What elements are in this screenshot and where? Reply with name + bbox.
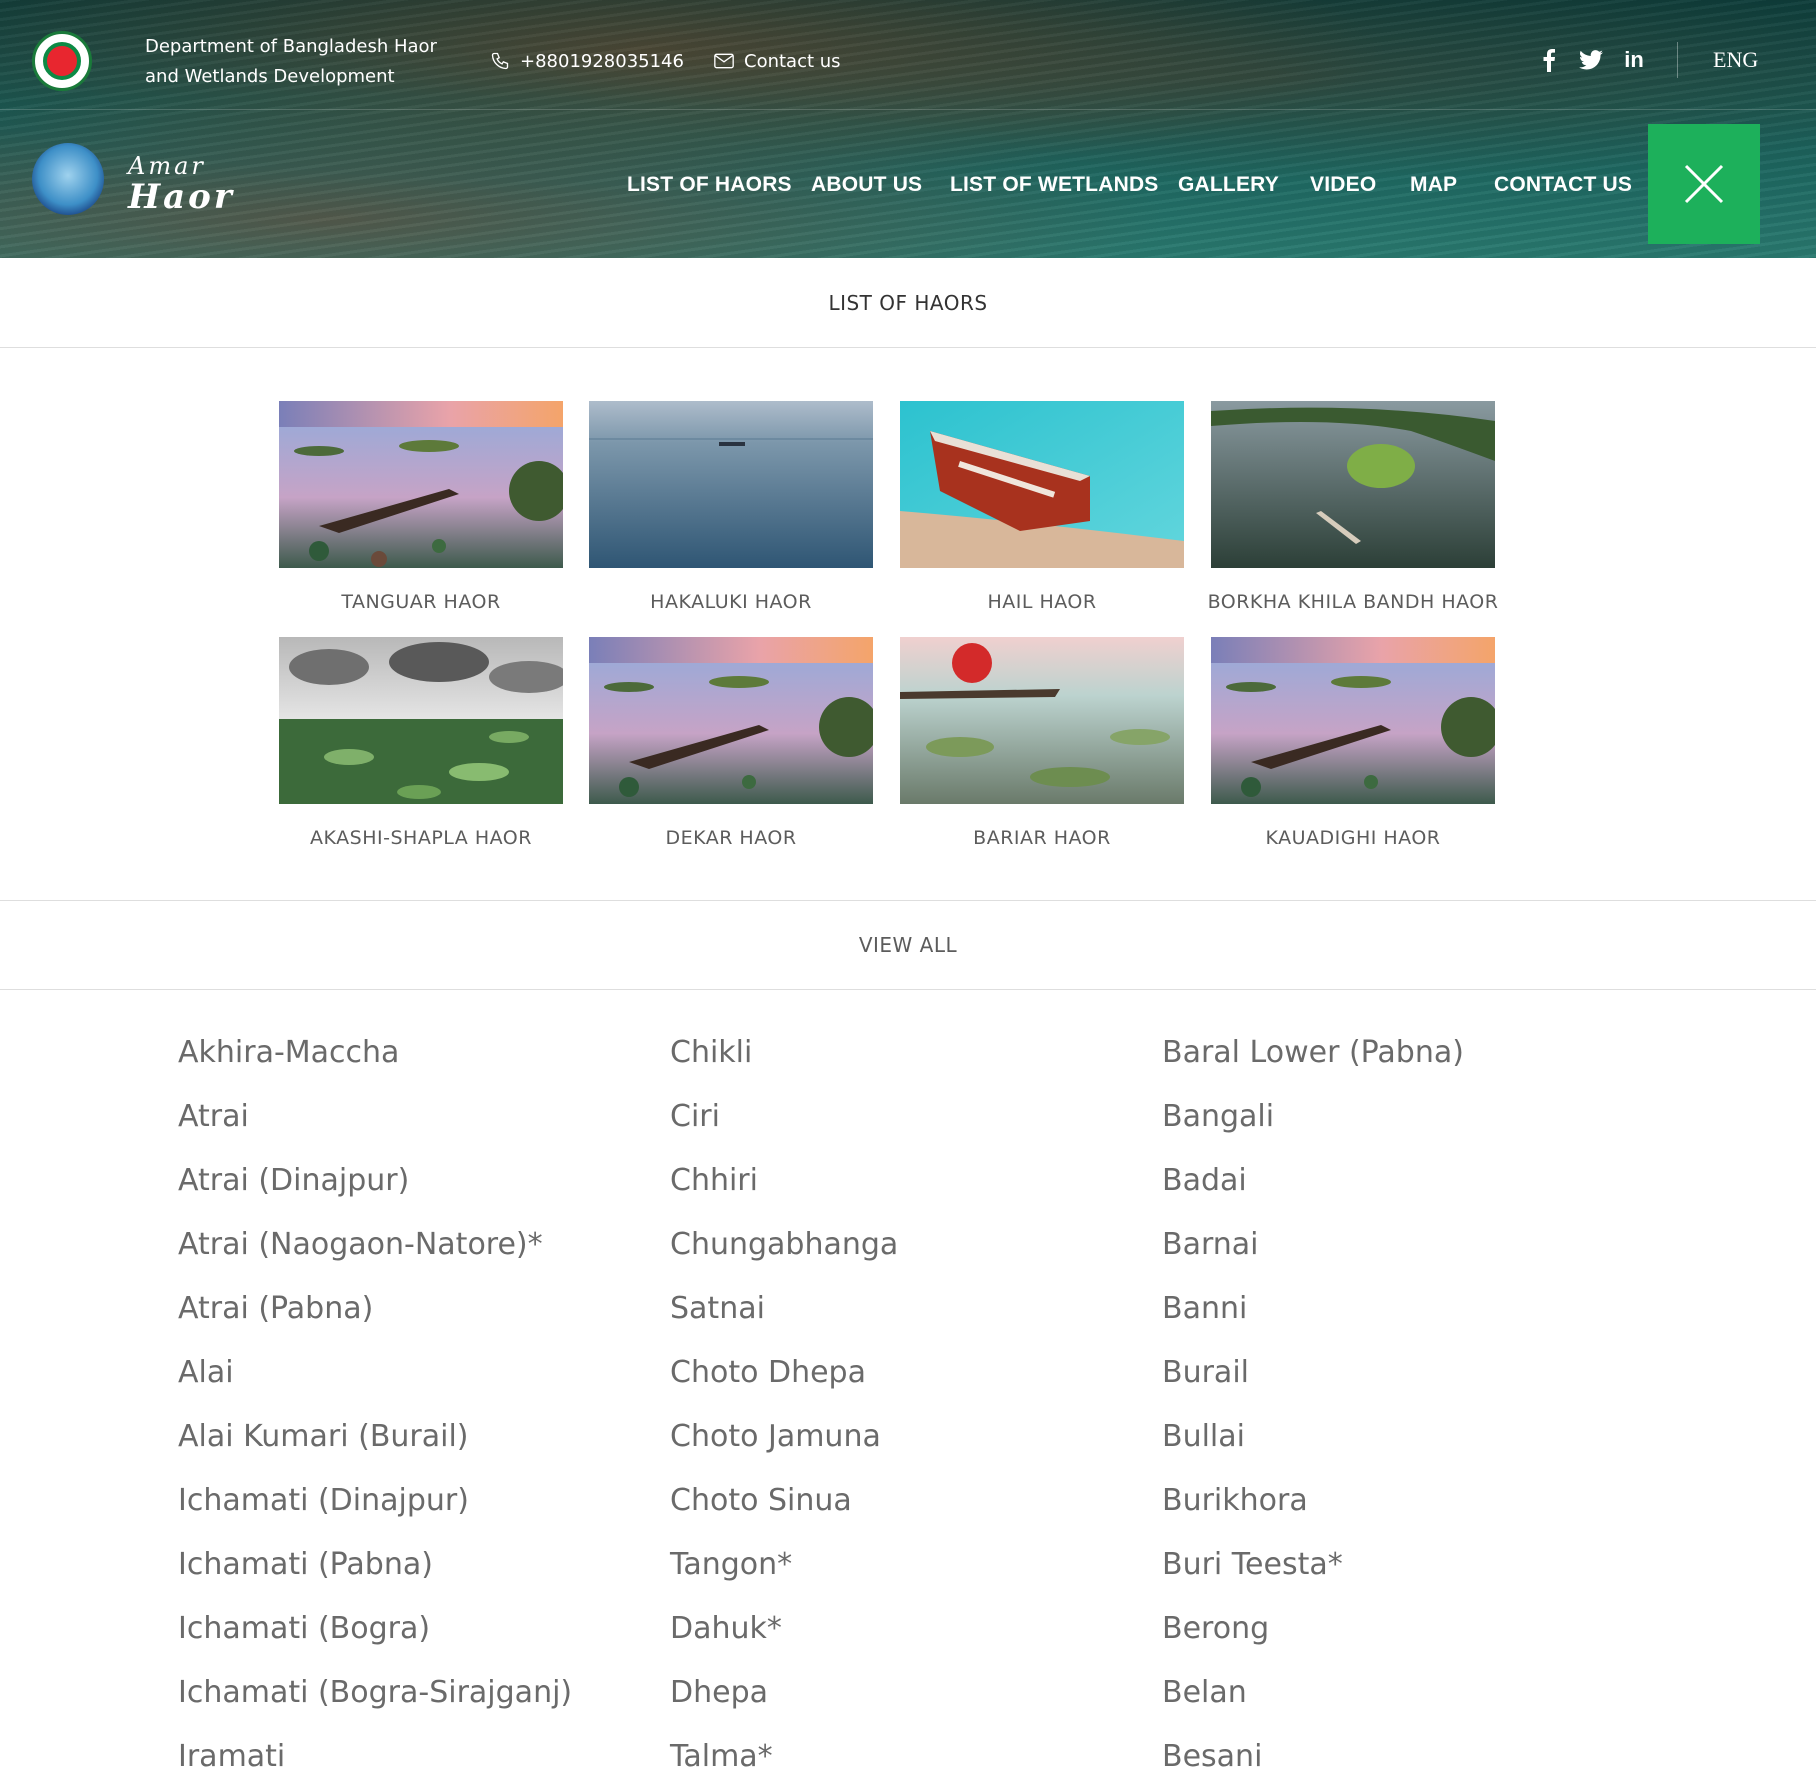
haor-card-hail[interactable]: HAIL HAOR [900,401,1184,613]
haor-card-dekar[interactable]: DEKAR HAOR [589,637,873,849]
haor-list-item[interactable]: Ichamati (Bogra-Sirajganj) [178,1673,572,1713]
card-title: BORKHA KHILA BANDH HAOR [1207,591,1499,613]
haor-list-item[interactable]: Alai [178,1353,234,1393]
haor-list-item[interactable]: Dhepa [670,1673,768,1713]
contact-us-label: Contact us [744,50,841,72]
nav-list-of-wetlands[interactable]: LIST OF WETLANDS [950,173,1159,197]
department-name: Department of Bangladesh Haor and Wetlan… [145,36,437,87]
haor-list-item[interactable]: Choto Dhepa [670,1353,866,1393]
haor-list-item[interactable]: Dahuk* [670,1609,782,1649]
nav-contact-us[interactable]: CONTACT US [1494,173,1632,197]
haor-card-bariar[interactable]: BARIAR HAOR [900,637,1184,849]
haor-list-item[interactable]: Berong [1162,1609,1269,1649]
nav-video[interactable]: VIDEO [1310,173,1376,197]
haor-card-hakaluki[interactable]: HAKALUKI HAOR [589,401,873,613]
haor-list-item[interactable]: Baral Lower (Pabna) [1162,1033,1464,1073]
haor-list-item[interactable]: Ichamati (Dinajpur) [178,1481,469,1521]
sunset-boat-photo [589,637,873,804]
phone-icon [491,52,509,70]
facebook-icon[interactable] [1535,46,1563,74]
brand-top: Amar [128,152,206,180]
haor-list-item[interactable]: Belan [1162,1673,1247,1713]
haor-list-item[interactable]: Chhiri [670,1161,758,1201]
sunset-boat-photo [279,401,563,568]
haor-list-item[interactable]: Buri Teesta* [1162,1545,1343,1585]
language-switch[interactable]: ENG [1713,47,1758,73]
card-title: HAIL HAOR [987,591,1097,613]
card-title: KAUADIGHI HAOR [1265,827,1441,849]
haor-list-item[interactable]: Choto Sinua [670,1481,852,1521]
haor-list-item[interactable]: Atrai (Naogaon-Natore)* [178,1225,543,1265]
red-boat-photo [900,401,1184,568]
nav-list-of-haors[interactable]: LIST OF HAORS [627,173,792,197]
haor-card-borkha-khila-bandh[interactable]: BORKHA KHILA BANDH HAOR [1208,401,1498,613]
nav-gallery[interactable]: GALLERY [1178,173,1279,197]
umbrella-boat-photo [900,637,1184,804]
phone-link[interactable]: +8801928035146 [490,48,684,74]
haor-list-item[interactable]: Atrai (Dinajpur) [178,1161,409,1201]
haor-list-item[interactable]: Talma* [670,1737,773,1777]
card-title: DEKAR HAOR [665,827,797,849]
twitter-icon[interactable] [1577,46,1605,74]
haor-list-item[interactable]: Badai [1162,1161,1247,1201]
haor-list-item[interactable]: Bullai [1162,1417,1245,1457]
nav-map[interactable]: MAP [1410,173,1457,197]
haor-list-item[interactable]: Chungabhanga [670,1225,898,1265]
top-bar: Department of Bangladesh Haor and Wetlan… [0,0,1816,110]
nav-about-us[interactable]: ABOUT US [811,173,922,197]
mail-icon [714,53,734,69]
haor-list-item[interactable]: Atrai [178,1097,249,1137]
brand-wordmark[interactable]: Amar Haor [128,153,235,215]
site-header: Department of Bangladesh Haor and Wetlan… [0,0,1816,258]
view-all-link[interactable]: VIEW ALL [859,933,957,957]
close-icon [1684,164,1724,204]
haor-list-item[interactable]: Burikhora [1162,1481,1308,1521]
divider [1677,42,1678,78]
haor-list-item[interactable]: Ciri [670,1097,720,1137]
amar-haor-logo[interactable] [32,143,104,215]
haor-list-item[interactable]: Ichamati (Pabna) [178,1545,433,1585]
haor-list-item[interactable]: Chikli [670,1033,752,1073]
haor-list-item[interactable]: Banni [1162,1289,1247,1329]
haor-list-item[interactable]: Alai Kumari (Burail) [178,1417,469,1457]
haor-card-kauadighi[interactable]: KAUADIGHI HAOR [1211,637,1495,849]
haor-list-item[interactable]: Choto Jamuna [670,1417,881,1457]
haor-list-item[interactable]: Bangali [1162,1097,1274,1137]
phone-number: +8801928035146 [520,50,684,72]
island-aerial-photo [1211,401,1495,568]
haor-card-tanguar[interactable]: TANGUAR HAOR [279,401,563,613]
contact-us-link[interactable]: Contact us [714,48,841,74]
haor-card-akashi-shapla[interactable]: AKASHI-SHAPLA HAOR [279,637,563,849]
sunset-boat-photo [1211,637,1495,804]
view-all-bar: VIEW ALL [0,900,1816,990]
haor-list-item[interactable]: Besani [1162,1737,1262,1777]
card-title: TANGUAR HAOR [341,591,501,613]
haor-list-item[interactable]: Satnai [670,1289,765,1329]
main-nav: Amar Haor LIST OF HAORS ABOUT US LIST OF… [0,111,1816,258]
haor-list-item[interactable]: Burail [1162,1353,1249,1393]
government-logo[interactable] [32,31,92,91]
open-water-photo [589,401,873,568]
card-title: HAKALUKI HAOR [650,591,812,613]
haor-list-item[interactable]: Iramati [178,1737,285,1777]
haor-list-item[interactable]: Atrai (Pabna) [178,1289,373,1329]
card-title: BARIAR HAOR [973,827,1111,849]
haor-list-item[interactable]: Tangon* [670,1545,792,1585]
menu-close-button[interactable] [1648,124,1760,244]
haor-list-item[interactable]: Akhira-Maccha [178,1033,399,1073]
lily-clouds-photo [279,637,563,804]
card-title: AKASHI-SHAPLA HAOR [310,827,532,849]
haor-list-item[interactable]: Barnai [1162,1225,1259,1265]
linkedin-icon[interactable]: in [1620,46,1648,74]
haor-list-item[interactable]: Ichamati (Bogra) [178,1609,430,1649]
brand-bottom: Haor [128,177,235,217]
section-title: LIST OF HAORS [0,258,1816,348]
